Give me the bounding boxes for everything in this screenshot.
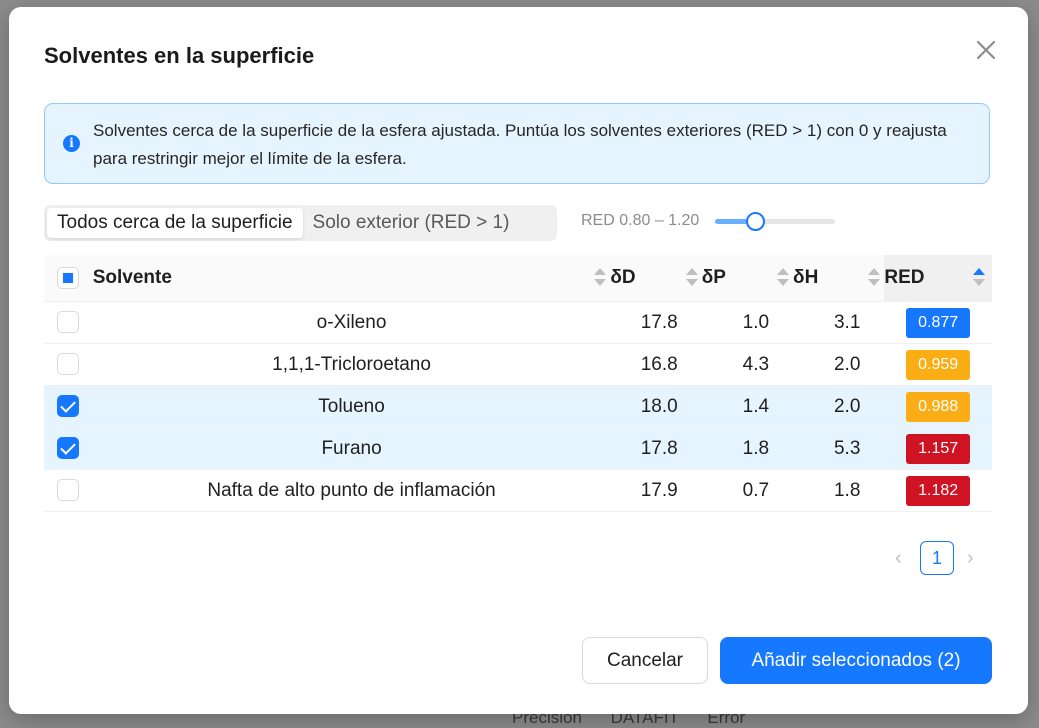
column-header-label: Solvente	[92, 267, 172, 288]
red-cell: 1.157	[884, 427, 992, 470]
red-range-slider[interactable]	[715, 212, 835, 231]
info-icon: i	[63, 135, 80, 152]
solvents-table: Solvente δD δP δH RED o-Xileno 17.8 1.0 …	[44, 255, 992, 512]
chevron-right-icon[interactable]: ›	[967, 547, 974, 570]
sort-icon	[594, 268, 607, 288]
dP-value: 1.4	[701, 385, 794, 428]
dH-value: 3.1	[793, 301, 885, 344]
solvent-name: Tolueno	[92, 385, 611, 428]
close-button[interactable]	[971, 35, 1001, 65]
dP-value: 1.8	[701, 427, 794, 470]
row-checkbox[interactable]	[57, 395, 80, 418]
red-cell: 0.877	[884, 301, 992, 344]
close-icon	[976, 40, 996, 60]
dD-value: 17.9	[610, 469, 702, 512]
dD-value: 17.8	[610, 301, 702, 344]
filter-option-all[interactable]: Todos cerca de la superficie	[47, 208, 303, 238]
row-select-cell	[44, 301, 93, 344]
row-select-cell	[44, 427, 93, 470]
row-select-cell	[44, 343, 93, 386]
cancel-button[interactable]: Cancelar	[582, 637, 708, 684]
column-header-label: δD	[610, 267, 636, 288]
red-badge: 0.877	[906, 307, 971, 338]
row-select-cell	[44, 469, 93, 512]
red-range-label: RED 0.80 – 1.20	[581, 212, 700, 229]
red-badge: 1.182	[906, 475, 971, 506]
table-row[interactable]: o-Xileno 17.8 1.0 3.1 0.877	[44, 301, 992, 344]
column-header-label: δP	[701, 267, 726, 288]
select-all-cell	[44, 255, 93, 302]
dH-value: 1.8	[793, 469, 885, 512]
red-cell: 0.988	[884, 385, 992, 428]
red-cell: 0.959	[884, 343, 992, 386]
dH-value: 2.0	[793, 343, 885, 386]
slider-handle[interactable]	[745, 212, 765, 231]
sort-icon	[868, 268, 881, 288]
sort-icon	[685, 268, 698, 288]
red-badge: 0.988	[906, 391, 971, 422]
solvent-name: Furano	[92, 427, 611, 470]
page-1-button[interactable]: 1	[920, 541, 954, 575]
dD-value: 16.8	[610, 343, 702, 386]
red-badge: 1.157	[906, 433, 971, 464]
sort-ascending-icon	[973, 268, 986, 288]
table-row[interactable]: Tolueno 18.0 1.4 2.0 0.988	[44, 385, 992, 428]
dH-value: 5.3	[793, 427, 885, 470]
column-solvente[interactable]: Solvente	[92, 255, 611, 302]
row-select-cell	[44, 385, 93, 428]
solvent-name: Nafta de alto punto de inflamación	[92, 469, 611, 512]
solvent-name: o-Xileno	[92, 301, 611, 344]
table-row[interactable]: Nafta de alto punto de inflamación 17.9 0.…	[44, 469, 992, 512]
dH-value: 2.0	[793, 385, 885, 428]
filter-segmented-control: Todos cerca de la superficie Solo exteri…	[44, 205, 557, 241]
column-red[interactable]: RED	[868, 255, 992, 302]
row-checkbox[interactable]	[57, 311, 80, 334]
table-row[interactable]: Furano 17.8 1.8 5.3 1.157	[44, 427, 992, 470]
row-checkbox[interactable]	[57, 437, 80, 460]
column-header-label: δH	[793, 267, 819, 288]
dD-value: 17.8	[610, 427, 702, 470]
row-checkbox[interactable]	[57, 479, 80, 502]
info-text: Solventes cerca de la superficie de la e…	[93, 121, 947, 168]
table-row[interactable]: 1,1,1-Tricloroetano 16.8 4.3 2.0 0.959	[44, 343, 992, 386]
dP-value: 1.0	[701, 301, 794, 344]
row-checkbox[interactable]	[57, 353, 80, 376]
red-badge: 0.959	[906, 349, 971, 380]
filter-option-exterior[interactable]: Solo exterior (RED > 1)	[303, 208, 520, 238]
solvent-name: 1,1,1-Tricloroetano	[92, 343, 611, 386]
select-all-checkbox[interactable]	[57, 266, 80, 289]
table-header-row: Solvente δD δP δH RED	[44, 255, 992, 302]
dP-value: 0.7	[701, 469, 794, 512]
column-header-label: RED	[884, 267, 925, 288]
dialog-title: Solventes en la superficie	[44, 43, 315, 68]
info-alert: i Solventes cerca de la superficie de la…	[44, 103, 990, 184]
dD-value: 18.0	[610, 385, 702, 428]
red-cell: 1.182	[884, 469, 992, 512]
sort-icon	[777, 268, 790, 288]
surface-solvents-dialog: Solventes en la superficie i Solventes c…	[9, 7, 1028, 714]
dP-value: 4.3	[701, 343, 794, 386]
chevron-left-icon[interactable]: ‹	[895, 547, 902, 570]
add-selected-button[interactable]: Añadir seleccionados (2)	[720, 637, 992, 684]
